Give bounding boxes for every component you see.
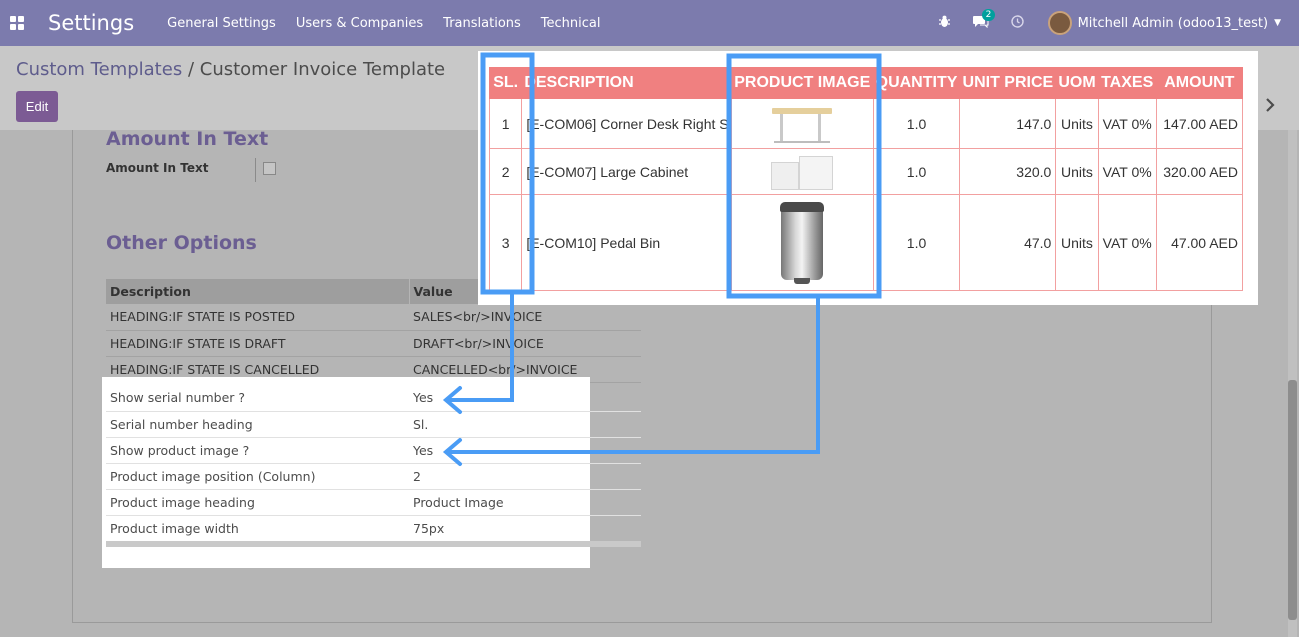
invoice-header-taxes: TAXES bbox=[1097, 67, 1157, 99]
row-value: Product Image bbox=[409, 489, 641, 516]
menu-translations[interactable]: Translations bbox=[443, 16, 521, 31]
other-options-section-title: Other Options bbox=[106, 232, 257, 254]
chat-icon[interactable]: 2 bbox=[972, 8, 996, 32]
invoice-header-unit-price: UNIT PRICE bbox=[959, 67, 1057, 99]
invoice-product-image-cell bbox=[730, 194, 874, 291]
row-value: Yes bbox=[409, 437, 641, 464]
row-description: Show serial number ? bbox=[106, 385, 409, 412]
invoice-quantity: 1.0 bbox=[872, 98, 961, 149]
cabinet-image bbox=[769, 152, 835, 192]
table-row[interactable]: HEADING:IF STATE IS POSTED SALES<br/>INV… bbox=[106, 304, 641, 331]
user-name[interactable]: Mitchell Admin (odoo13_test) bbox=[1078, 16, 1269, 31]
table-row[interactable]: Product image position (Column) 2 bbox=[106, 463, 641, 490]
invoice-quantity: 1.0 bbox=[872, 194, 961, 291]
row-value: 2 bbox=[409, 463, 641, 490]
invoice-unit-price: 320.0 bbox=[959, 148, 1057, 195]
table-row[interactable]: Product image width 75px bbox=[106, 515, 641, 542]
row-value: DRAFT<br/>INVOICE bbox=[409, 330, 641, 357]
table-row[interactable]: Show serial number ? Yes bbox=[106, 385, 641, 412]
menu-general-settings[interactable]: General Settings bbox=[167, 16, 276, 31]
breadcrumb-current: Customer Invoice Template bbox=[199, 59, 446, 80]
invoice-line: 3 [E-COM10] Pedal Bin 1.0 47.0 Units VAT… bbox=[488, 194, 1244, 291]
invoice-header-quantity: QUANTITY bbox=[872, 67, 961, 99]
invoice-amount: 147.00 AED bbox=[1155, 98, 1244, 149]
row-description: Serial number heading bbox=[106, 411, 409, 438]
invoice-taxes: VAT 0% bbox=[1097, 98, 1157, 149]
highlighted-options-table: Show serial number ? Yes Serial number h… bbox=[106, 385, 641, 542]
invoice-header-sl: SL. bbox=[488, 67, 523, 99]
row-description: Product image heading bbox=[106, 489, 409, 516]
row-description: Product image position (Column) bbox=[106, 463, 409, 490]
invoice-line: 2 [E-COM07] Large Cabinet 1.0 320.0 Unit… bbox=[488, 148, 1244, 195]
menu-users-companies[interactable]: Users & Companies bbox=[296, 16, 423, 31]
invoice-header-product-image: PRODUCT IMAGE bbox=[730, 67, 874, 99]
invoice-unit-price: 147.0 bbox=[959, 98, 1057, 149]
amount-in-text-label: Amount In Text bbox=[106, 161, 209, 175]
row-description: Product image width bbox=[106, 515, 409, 542]
invoice-description: [E-COM10] Pedal Bin bbox=[521, 194, 732, 291]
invoice-uom: Units bbox=[1055, 98, 1099, 149]
row-value: 75px bbox=[409, 515, 641, 542]
invoice-description: [E-COM06] Corner Desk Right Sit bbox=[521, 98, 732, 149]
amount-in-text-section-title: Amount In Text bbox=[106, 128, 269, 150]
invoice-taxes: VAT 0% bbox=[1097, 148, 1157, 195]
invoice-header-amount: AMOUNT bbox=[1155, 67, 1244, 99]
table-row[interactable]: Show product image ? Yes bbox=[106, 437, 641, 464]
invoice-amount: 47.00 AED bbox=[1155, 194, 1244, 291]
invoice-sl: 2 bbox=[488, 148, 523, 195]
invoice-uom: Units bbox=[1055, 148, 1099, 195]
invoice-line: 1 [E-COM06] Corner Desk Right Sit 1.0 14… bbox=[488, 98, 1244, 149]
row-description: HEADING:IF STATE IS POSTED bbox=[106, 304, 409, 331]
breadcrumb: Custom Templates / Customer Invoice Temp… bbox=[16, 59, 445, 80]
invoice-header-description: DESCRIPTION bbox=[521, 67, 732, 99]
pager-next-icon[interactable] bbox=[1265, 96, 1275, 117]
invoice-description: [E-COM07] Large Cabinet bbox=[521, 148, 732, 195]
invoice-unit-price: 47.0 bbox=[959, 194, 1057, 291]
column-header-description[interactable]: Description bbox=[106, 279, 410, 304]
pedal-bin-image bbox=[776, 200, 828, 286]
invoice-amount: 320.00 AED bbox=[1155, 148, 1244, 195]
systray: 2 Mitchell Admin (odoo13_test) ▼ bbox=[916, 0, 1281, 46]
row-value: Yes bbox=[409, 385, 641, 412]
chat-count-badge: 2 bbox=[981, 8, 996, 21]
invoice-lines-table: SL. DESCRIPTION PRODUCT IMAGE QUANTITY U… bbox=[488, 67, 1244, 291]
invoice-quantity: 1.0 bbox=[872, 148, 961, 195]
breadcrumb-parent[interactable]: Custom Templates bbox=[16, 59, 182, 80]
invoice-product-image-cell bbox=[730, 98, 874, 149]
row-description: HEADING:IF STATE IS DRAFT bbox=[106, 330, 409, 357]
table-footer bbox=[106, 541, 641, 547]
row-description: Show product image ? bbox=[106, 437, 409, 464]
invoice-taxes: VAT 0% bbox=[1097, 194, 1157, 291]
user-avatar[interactable] bbox=[1047, 11, 1072, 35]
invoice-header-uom: UOM bbox=[1055, 67, 1099, 99]
app-title: Settings bbox=[48, 11, 135, 35]
scrollbar-thumb[interactable] bbox=[1288, 380, 1297, 620]
top-navbar: Settings General Settings Users & Compan… bbox=[0, 0, 1299, 46]
apps-menu-icon[interactable] bbox=[10, 16, 24, 30]
menu-technical[interactable]: Technical bbox=[541, 16, 601, 31]
desk-image bbox=[770, 102, 834, 146]
invoice-sl: 1 bbox=[488, 98, 523, 149]
amount-in-text-checkbox[interactable] bbox=[263, 162, 276, 175]
bug-icon[interactable] bbox=[938, 15, 951, 32]
table-row[interactable]: HEADING:IF STATE IS DRAFT DRAFT<br/>INVO… bbox=[106, 330, 641, 357]
breadcrumb-separator: / bbox=[187, 59, 195, 80]
edit-button[interactable]: Edit bbox=[16, 91, 58, 122]
table-row[interactable]: Serial number heading Sl. bbox=[106, 411, 641, 438]
invoice-sl: 3 bbox=[488, 194, 523, 291]
invoice-product-image-cell bbox=[730, 148, 874, 195]
user-menu-caret-icon[interactable]: ▼ bbox=[1274, 18, 1281, 28]
field-divider bbox=[255, 158, 256, 182]
activity-clock-icon[interactable] bbox=[1010, 14, 1024, 32]
row-value: Sl. bbox=[409, 411, 641, 438]
main-menu: General Settings Users & Companies Trans… bbox=[167, 16, 620, 31]
table-row[interactable]: Product image heading Product Image bbox=[106, 489, 641, 516]
invoice-uom: Units bbox=[1055, 194, 1099, 291]
row-value: SALES<br/>INVOICE bbox=[409, 304, 641, 331]
